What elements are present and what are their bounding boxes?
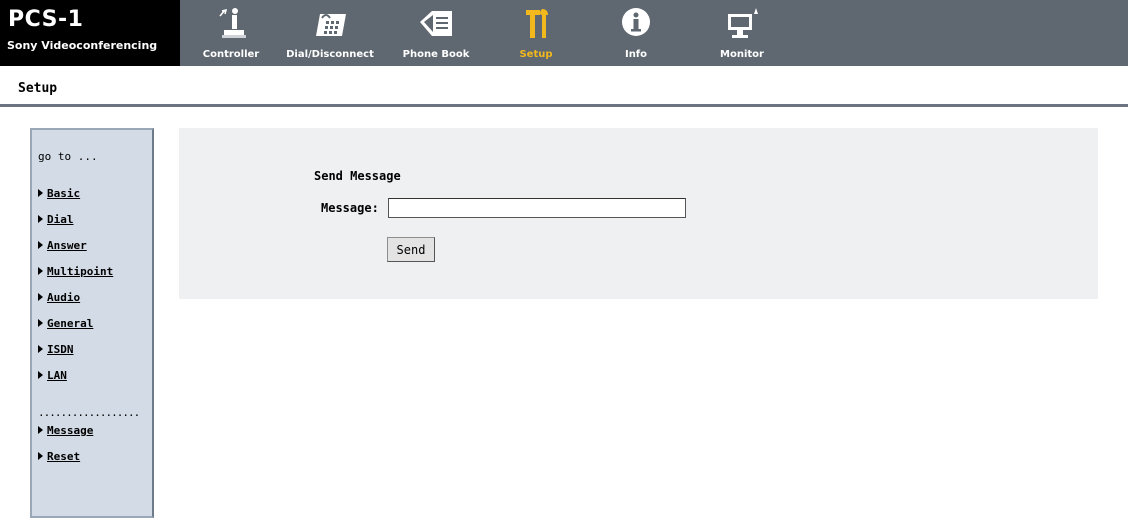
sidebar-item-label: Dial	[47, 213, 74, 226]
sidebar-item-label: Audio	[47, 291, 81, 304]
setup-tools-icon	[526, 9, 548, 38]
arrow-right-icon	[38, 371, 43, 379]
sidebar-item-reset[interactable]: Reset	[38, 450, 80, 463]
sidebar-item-isdn[interactable]: ISDN	[38, 343, 74, 356]
nav-info[interactable]: Info	[606, 0, 666, 66]
nav-label: Setup	[519, 49, 553, 60]
arrow-right-icon	[38, 241, 43, 249]
nav-monitor[interactable]: Monitor	[712, 0, 772, 66]
controller-icon	[219, 8, 246, 38]
send-button[interactable]: Send	[387, 237, 435, 262]
product-name: PCS-1	[8, 7, 84, 32]
message-input[interactable]	[388, 198, 686, 218]
goto-label: go to ...	[38, 150, 98, 163]
nav-dial-disconnect[interactable]: Dial/Disconnect	[280, 0, 380, 66]
monitor-icon	[728, 8, 758, 38]
dial-phone-icon	[316, 14, 346, 36]
page-title: Setup	[18, 81, 58, 96]
send-message-panel: Send Message Message: Send	[179, 128, 1098, 299]
sidebar-item-label: Multipoint	[47, 265, 114, 278]
sidebar-item-audio[interactable]: Audio	[38, 291, 80, 304]
brand-block: PCS-1 Sony Videoconferencing	[0, 0, 180, 66]
arrow-right-icon	[38, 267, 43, 275]
info-icon	[622, 8, 650, 36]
message-label: Message:	[321, 201, 379, 215]
sidebar-item-label: Message	[47, 424, 94, 437]
nav-label: Controller	[202, 49, 260, 60]
header-divider	[0, 104, 1128, 107]
page-header: Setup	[0, 66, 1128, 106]
sidebar-item-answer[interactable]: Answer	[38, 239, 87, 252]
section-heading: Send Message	[314, 169, 401, 183]
nav-phone-book[interactable]: Phone Book	[396, 0, 476, 66]
sidebar-item-general[interactable]: General	[38, 317, 93, 330]
phone-book-icon	[420, 11, 452, 36]
sidebar-item-lan[interactable]: LAN	[38, 369, 67, 382]
sidebar-item-label: Answer	[47, 239, 87, 252]
nav-controller[interactable]: Controller	[196, 0, 266, 66]
sidebar-item-label: Reset	[47, 450, 81, 463]
arrow-right-icon	[38, 426, 43, 434]
arrow-right-icon	[38, 345, 43, 353]
sidebar-item-basic[interactable]: Basic	[38, 187, 80, 200]
sidebar: go to ... Basic Dial Answer Multipoint A…	[30, 128, 154, 518]
arrow-right-icon	[38, 452, 43, 460]
sidebar-item-label: LAN	[47, 369, 67, 382]
nav-label: Monitor	[720, 49, 764, 60]
nav-label: Dial/Disconnect	[286, 49, 374, 60]
sidebar-item-label: General	[47, 317, 94, 330]
sidebar-item-multipoint[interactable]: Multipoint	[38, 265, 113, 278]
arrow-right-icon	[38, 293, 43, 301]
sidebar-item-dial[interactable]: Dial	[38, 213, 74, 226]
top-navigation-bar: PCS-1 Sony Videoconferencing Controller …	[0, 0, 1128, 66]
nav-setup[interactable]: Setup	[506, 0, 566, 66]
arrow-right-icon	[38, 215, 43, 223]
sidebar-separator: ..................	[38, 406, 140, 419]
arrow-right-icon	[38, 189, 43, 197]
sidebar-item-message[interactable]: Message	[38, 424, 93, 437]
sidebar-item-label: Basic	[47, 187, 81, 200]
product-subtitle: Sony Videoconferencing	[7, 39, 158, 52]
arrow-right-icon	[38, 319, 43, 327]
sidebar-item-label: ISDN	[47, 343, 74, 356]
nav-label: Info	[624, 49, 648, 60]
nav-label: Phone Book	[402, 49, 470, 60]
